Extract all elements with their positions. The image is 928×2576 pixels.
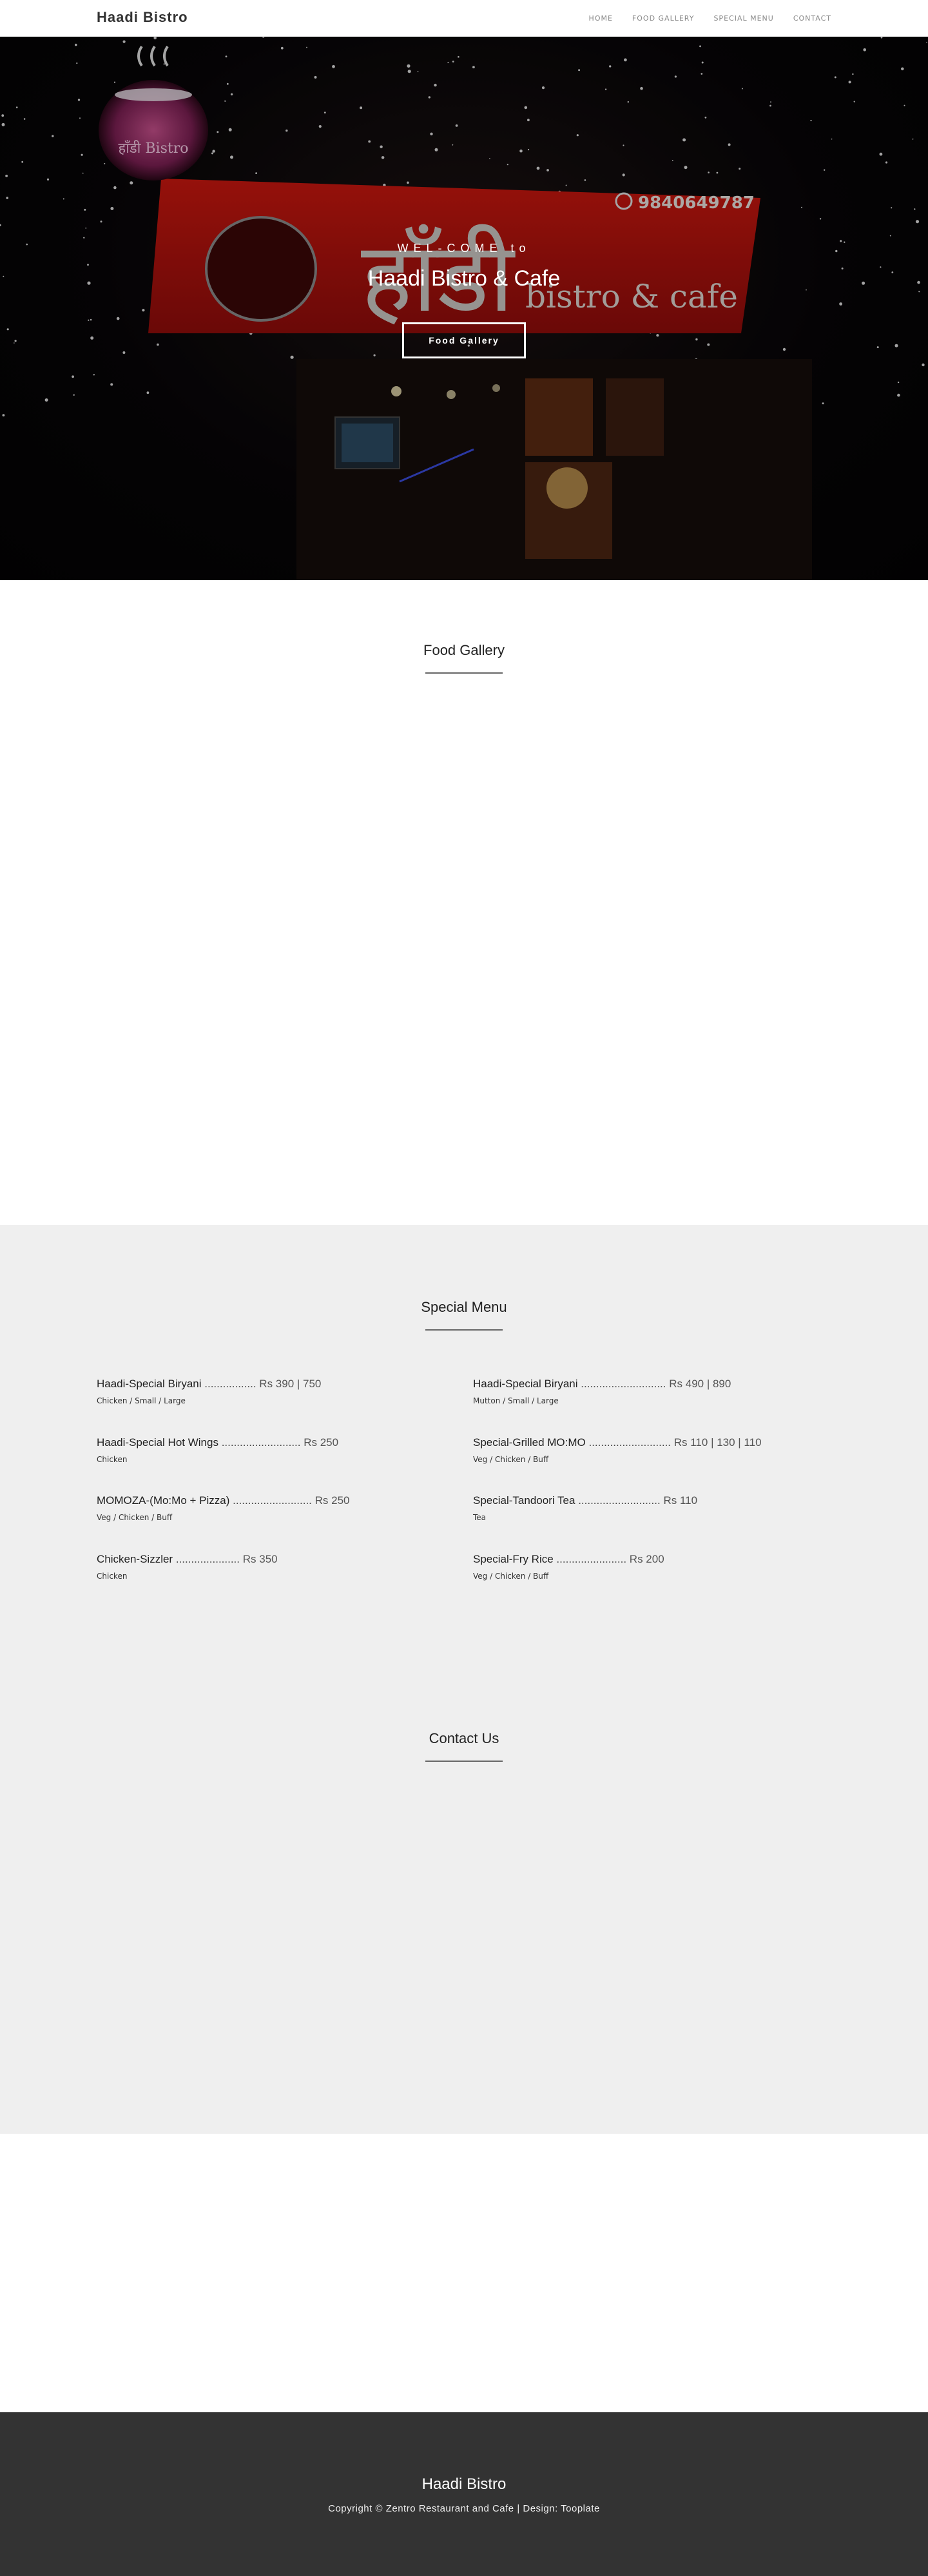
menu-item-desc: Chicken [97,1572,128,1581]
menu-item: Haadi-Special Hot Wings ................… [97,1436,432,1464]
menu-item: Special-Fry Rice .......................… [473,1553,808,1581]
menu-item-price: Rs 110 | 130 | 110 [671,1436,762,1449]
hero-overlay [0,37,928,580]
menu-item-name: Haadi-Special Biryani [97,1378,202,1390]
menu-item: Special-Grilled MO:MO ..................… [473,1436,808,1464]
food-gallery-title: Food Gallery [423,642,505,658]
menu-item: Special-Tandoori Tea ...................… [473,1494,808,1522]
menu-item-dots: .......................... [229,1494,312,1507]
section-divider [425,1329,503,1331]
menu-item-desc: Veg / Chicken / Buff [473,1455,549,1464]
menu-item: Chicken-Sizzler ..................... Rs… [97,1553,432,1581]
menu-item-price: Rs 110 [660,1494,698,1507]
brand-logo-link[interactable]: Haadi Bistro [97,9,188,26]
menu-item-dots: ..................... [173,1553,240,1565]
special-menu-section: Special Menu Haadi-Special Biryani .....… [0,1225,928,2134]
map-area [0,2134,928,2412]
menu-item-dots: .......................... [218,1436,301,1449]
nav-link-contact[interactable]: CONTACT [793,14,831,23]
hero-section: हाँडी bistro & cafe 9840649787 हाँडी Bis… [0,37,928,580]
menu-item: Haadi-Special Biryani ................. … [97,1378,432,1405]
menu-item: Haadi-Special Biryani ..................… [473,1378,808,1405]
menu-item-dots: ........................... [575,1494,661,1507]
food-gallery-section: Food Gallery [0,580,928,1225]
menu-item-desc: Tea [473,1513,487,1522]
menu-item-name: Haadi-Special Biryani [473,1378,578,1390]
footer-brand: Haadi Bistro [421,2475,507,2493]
menu-item-desc: Veg / Chicken / Buff [473,1572,549,1581]
menu-item-price: Rs 350 [240,1553,278,1565]
menu-item-name: Special-Grilled MO:MO [473,1436,586,1449]
menu-item-name: Special-Tandoori Tea [473,1494,575,1507]
navbar: Haadi Bistro HOME FOOD GALLERY SPECIAL M… [0,0,928,37]
contact-title: Contact Us [429,1730,499,1746]
menu-item-desc: Mutton / Small / Large [473,1396,559,1405]
menu-item: MOMOZA-(Mo:Mo + Pizza) .................… [97,1494,432,1522]
menu-item-name: Haadi-Special Hot Wings [97,1436,218,1449]
hero-welcome-text: WEL-COME to [397,242,531,255]
nav-link-special-menu[interactable]: SPECIAL MENU [713,14,773,23]
menu-item-name: MOMOZA-(Mo:Mo + Pizza) [97,1494,230,1507]
footer-copyright: Copyright © Zentro Restaurant and Cafe |… [328,2503,600,2514]
menu-item-dots: ........................... [585,1436,672,1449]
menu-item-price: Rs 250 [311,1494,350,1507]
section-divider [425,672,503,674]
hero-title: Haadi Bistro & Cafe [367,266,561,291]
nav-links: HOME FOOD GALLERY SPECIAL MENU CONTACT [570,14,831,23]
menu-item-price: Rs 250 [300,1436,339,1449]
menu-item-price: Rs 490 | 890 [666,1378,731,1390]
section-divider [425,1761,503,1762]
nav-link-home[interactable]: HOME [589,14,613,23]
menu-item-price: Rs 200 [626,1553,664,1565]
menu-item-dots: ................. [201,1378,256,1390]
food-gallery-button[interactable]: Food Gallery [402,322,526,358]
menu-item-desc: Chicken / Small / Large [97,1396,186,1405]
menu-item-dots: ............................ [577,1378,666,1390]
special-menu-title: Special Menu [421,1299,507,1315]
footer: Haadi Bistro Copyright © Zentro Restaura… [0,2412,928,2576]
menu-item-dots: ....................... [553,1553,627,1565]
menu-item-desc: Chicken [97,1455,128,1464]
menu-item-name: Special-Fry Rice [473,1553,554,1565]
menu-item-desc: Veg / Chicken / Buff [97,1513,173,1522]
nav-link-food-gallery[interactable]: FOOD GALLERY [632,14,695,23]
menu-item-name: Chicken-Sizzler [97,1553,173,1565]
menu-item-price: Rs 390 | 750 [256,1378,322,1390]
